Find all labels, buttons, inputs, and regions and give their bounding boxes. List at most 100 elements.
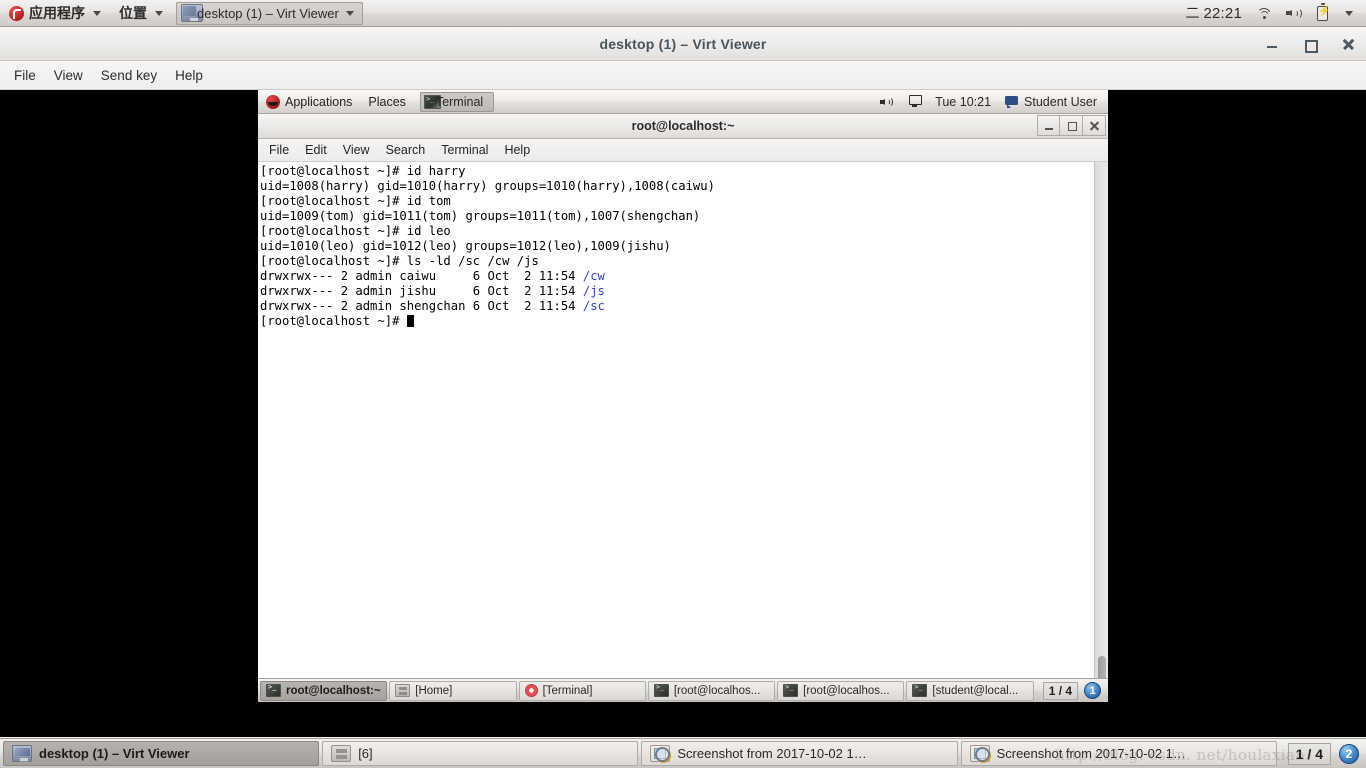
guest-window-button-label: Terminal [435,94,484,109]
terminal-menu-edit[interactable]: Edit [297,140,335,160]
guest-applications-label: Applications [285,94,353,109]
terminal-output[interactable]: [root@localhost ~]# id harry uid=1008(har… [258,162,1094,702]
guest-taskbar-task-label: [root@localhos... [673,684,761,697]
terminal-menu-file[interactable]: File [261,140,297,160]
guest-clock-button[interactable]: Tue 10:21 [929,90,997,113]
files-icon [331,745,352,762]
screen: 应用程序 位置 desktop (1) – Virt Viewer 二 22:2… [0,0,1366,768]
guest-clock-label: Tue 10:21 [935,94,992,109]
guest-workspace-badge: 1 [1084,682,1102,699]
host-workspace-pager[interactable]: 1 / 4 2 [1280,742,1363,765]
host-clock-button[interactable]: 二 22:21 [1178,0,1249,26]
terminal-directory-token: /sc [582,299,605,313]
guest-taskbar-task[interactable]: [Terminal] [518,680,646,701]
guest-applications-menu[interactable]: Applications [258,90,360,113]
terminal-cursor [406,315,414,327]
guest-taskbar-task[interactable]: [Home] [389,680,517,701]
guest-display-canvas[interactable]: Applications Places Terminal [0,90,1366,737]
guest-taskbar-task-label: [Terminal] [542,684,593,697]
maximize-icon[interactable] [1060,115,1083,136]
host-workspace-badge: 2 [1339,743,1359,764]
host-clock-label: 22:21 [1203,4,1242,22]
host-workspace-indicator: 1 / 4 [1287,742,1331,765]
wifi-status-button[interactable] [1249,0,1279,26]
terminal-directory-token: /cw [582,269,605,283]
terminal-text-token: drwxrwx--- 2 admin jishu 6 Oct 2 11:54 [260,284,583,298]
virt-viewer-titlebar[interactable]: desktop (1) – Virt Viewer [0,27,1366,61]
menu-view[interactable]: View [45,64,92,87]
terminal-text-token: [root@localhost ~]# id tom [260,194,451,208]
terminal-text-token: [root@localhost ~]# id leo [260,224,451,238]
guest-taskbar-task-label: [root@localhos... [803,684,890,697]
host-places-menu[interactable]: 位置 [110,0,172,26]
close-icon[interactable] [1340,36,1356,52]
guest-volume-button[interactable] [874,90,900,113]
guest-panel-right-group: Tue 10:21 Student User [874,90,1108,113]
monitor-icon [12,745,32,762]
host-taskbar-task-label: [6] [358,746,373,761]
terminal-menu-terminal[interactable]: Terminal [433,140,496,160]
menu-file[interactable]: File [5,64,45,87]
virt-viewer-menubar: File View Send key Help [0,61,1366,90]
terminal-titlebar[interactable]: root@localhost:~ [258,114,1108,139]
host-taskbar-task[interactable]: desktop (1) – Virt Viewer [3,741,320,766]
terminal-icon [783,683,799,697]
host-taskbar-task[interactable]: [6] [322,741,639,766]
guest-window-button-terminal[interactable]: Terminal [419,91,495,112]
distro-logo-icon [9,5,24,21]
host-taskbar-task-label: Screenshot from 2017-10-02 1… [677,746,867,761]
guest-user-label: Student User [1024,94,1097,109]
guest-workspace-pager[interactable]: 1 / 4 1 [1036,681,1106,700]
guest-taskbar: root@localhost:~ [Home] [Terminal] [root@lo… [258,678,1108,702]
system-menu-button[interactable] [1335,0,1360,26]
host-applications-label: 应用程序 [29,6,85,22]
host-window-list-button[interactable]: desktop (1) – Virt Viewer [176,1,363,25]
guest-taskbar-task-label: root@localhost:~ [286,684,381,697]
terminal-line: drwxrwx--- 2 admin shengchan 6 Oct 2 11:… [260,299,1094,314]
guest-places-menu[interactable]: Places [360,90,414,113]
terminal-menu-search[interactable]: Search [378,140,434,160]
volume-status-button[interactable] [1279,0,1310,26]
battery-status-button[interactable] [1310,0,1335,26]
guest-taskbar-task[interactable]: [student@local... [906,680,1034,701]
host-window-list-label: desktop (1) – Virt Viewer [197,5,339,21]
terminal-scrollbar[interactable] [1094,162,1108,702]
host-taskbar-task-label: Screenshot from 2017-10-02 1… [996,746,1186,761]
guest-taskbar-task[interactable]: [root@localhos... [777,680,905,701]
terminal-window-controls [1037,115,1106,136]
virt-viewer-title: desktop (1) – Virt Viewer [599,35,767,52]
chevron-down-icon [1345,10,1353,16]
terminal-line: [root@localhost ~]# id leo [260,224,1094,239]
guest-user-menu[interactable]: Student User [999,90,1103,113]
minimize-icon[interactable] [1037,115,1060,136]
minimize-icon[interactable] [1264,36,1280,52]
maximize-icon[interactable] [1302,36,1318,53]
host-applications-menu[interactable]: 应用程序 [0,0,110,26]
terminal-line: [root@localhost ~]# id harry [260,164,1094,179]
chevron-down-icon [155,10,163,16]
guest-taskbar-task[interactable]: [root@localhos... [647,680,776,701]
guest-taskbar-task[interactable]: root@localhost:~ [260,680,388,701]
terminal-text-token: [root@localhost ~]# ls -ld /sc /cw /js [260,254,539,268]
guest-taskbar-task-label: [Home] [415,684,453,697]
terminal-line: [root@localhost ~]# ls -ld /sc /cw /js [260,254,1094,269]
guest-display-button[interactable] [902,90,927,113]
close-icon[interactable] [1083,115,1106,136]
host-taskbar-task[interactable]: Screenshot from 2017-10-02 1… [960,741,1277,766]
menu-help[interactable]: Help [166,64,212,87]
files-icon [395,684,411,697]
menu-send-key[interactable]: Send key [92,64,166,87]
terminal-menu-view[interactable]: View [335,140,378,160]
terminal-line: [root@localhost ~]# [260,314,1094,329]
terminal-line: uid=1008(harry) gid=1010(harry) groups=1… [260,179,1094,194]
terminal-menubar: File Edit View Search Terminal Help [258,139,1108,162]
chevron-down-icon [93,10,101,16]
terminal-text-token: drwxrwx--- 2 admin caiwu 6 Oct 2 11:54 [260,269,583,283]
terminal-body[interactable]: [root@localhost ~]# id harry uid=1008(har… [258,162,1108,702]
virt-viewer-window-controls [1264,27,1356,61]
terminal-text-token: [root@localhost ~]# [260,314,407,328]
terminal-menu-help[interactable]: Help [496,140,538,160]
host-taskbar-task[interactable]: Screenshot from 2017-10-02 1… [641,741,958,766]
host-panel-left-group: 应用程序 位置 desktop (1) – Virt Viewer [0,0,363,26]
chevron-down-icon [345,10,354,16]
